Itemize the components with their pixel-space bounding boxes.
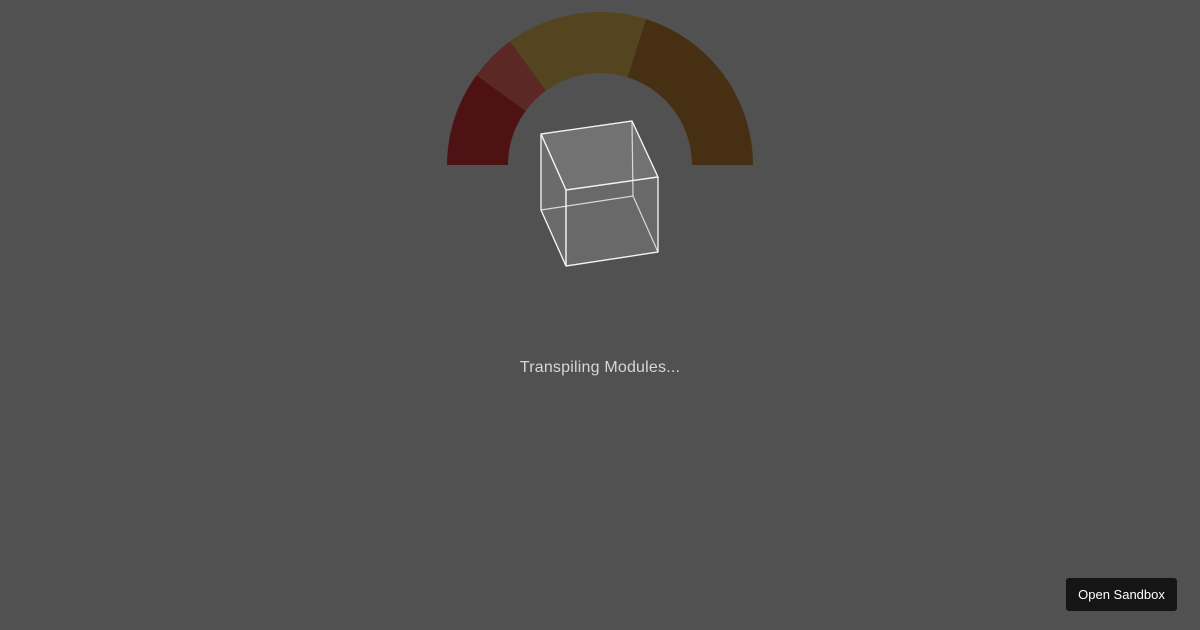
cube-icon <box>540 120 659 267</box>
open-sandbox-button[interactable]: Open Sandbox <box>1066 578 1177 611</box>
loading-screen: Transpiling Modules... Open Sandbox <box>0 0 1200 630</box>
loading-status-text: Transpiling Modules... <box>519 359 681 376</box>
